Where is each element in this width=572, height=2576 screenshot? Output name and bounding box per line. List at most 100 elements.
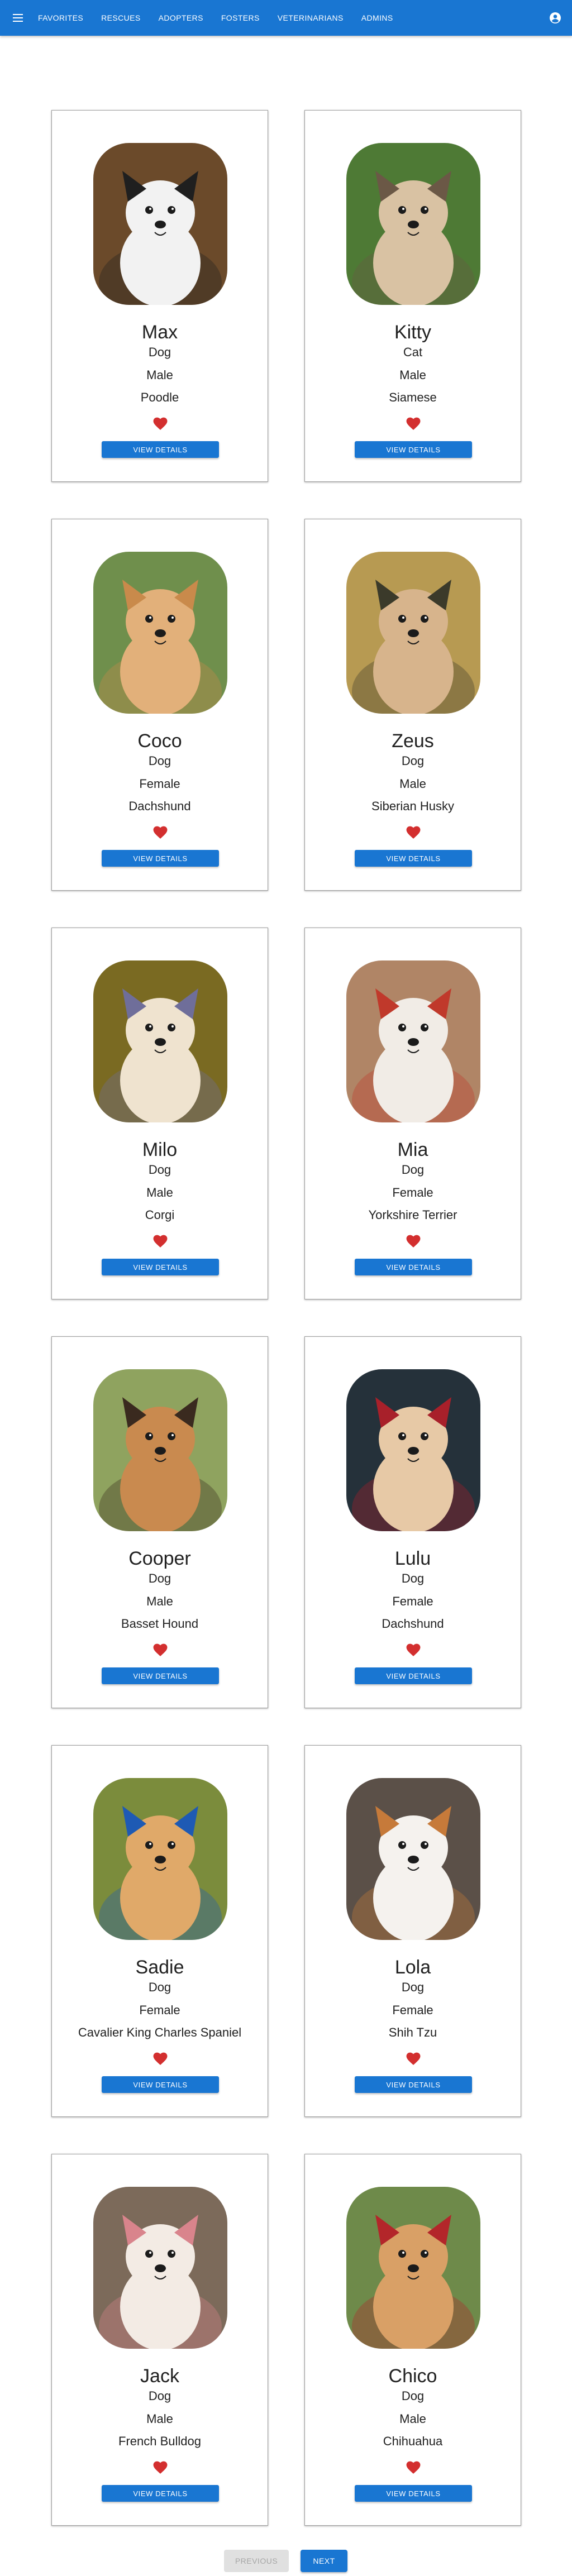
heart-icon[interactable] — [406, 417, 421, 431]
pet-photo — [93, 552, 227, 714]
pet-photo — [346, 2187, 480, 2349]
pet-card: Lulu Dog Female Dachshund View Details — [304, 1336, 521, 1708]
pet-name: Coco — [137, 730, 182, 752]
pet-breed: Dachshund — [382, 1617, 444, 1631]
pet-gender: Male — [146, 368, 173, 382]
pet-gender: Male — [399, 368, 426, 382]
view-details-button[interactable]: View Details — [102, 1259, 219, 1275]
pet-species: Cat — [403, 345, 423, 359]
pet-breed: Basset Hound — [121, 1617, 199, 1631]
pet-breed: Dachshund — [128, 799, 191, 813]
view-details-button[interactable]: View Details — [355, 441, 472, 458]
pet-breed: Shih Tzu — [388, 2025, 437, 2039]
pet-card: Coco Dog Female Dachshund View Details — [51, 519, 268, 891]
nav-veterinarians[interactable]: Veterinarians — [272, 8, 349, 28]
pet-gender: Male — [399, 2412, 426, 2426]
view-details-button[interactable]: View Details — [355, 2485, 472, 2502]
heart-icon[interactable] — [153, 2052, 168, 2066]
pet-card: Cooper Dog Male Basset Hound View Detail… — [51, 1336, 268, 1708]
pet-species: Dog — [401, 2389, 425, 2403]
pet-breed: Corgi — [145, 1208, 175, 1222]
pet-gender: Female — [392, 1594, 433, 1608]
pet-gender: Male — [399, 777, 426, 791]
pet-gender: Female — [139, 777, 180, 791]
next-button[interactable]: Next — [301, 2550, 347, 2572]
pet-breed: Poodle — [140, 390, 179, 404]
pet-gender: Male — [146, 2412, 173, 2426]
pet-name: Mia — [397, 1139, 428, 1160]
pet-card: Chico Dog Male Chihuahua View Details — [304, 2154, 521, 2526]
pet-gender: Female — [392, 2003, 433, 2017]
pet-breed: Chihuahua — [383, 2434, 443, 2448]
pet-species: Dog — [148, 1163, 171, 1177]
previous-button[interactable]: Previous — [224, 2550, 289, 2572]
pet-photo — [346, 1369, 480, 1531]
nav-admins[interactable]: Admins — [356, 8, 399, 28]
pet-photo — [346, 1778, 480, 1940]
pet-name: Sadie — [135, 1957, 184, 1978]
pet-photo — [93, 960, 227, 1122]
pet-breed: French Bulldog — [118, 2434, 201, 2448]
heart-icon[interactable] — [406, 1235, 421, 1248]
pet-gender: Male — [146, 1186, 173, 1199]
pet-breed: Siberian Husky — [371, 799, 454, 813]
pet-photo — [93, 2187, 227, 2349]
pet-photo — [346, 960, 480, 1122]
account-circle-icon[interactable] — [549, 11, 562, 25]
app-bar: Favorites Rescues Adopters Fosters Veter… — [0, 0, 572, 36]
pet-card: Milo Dog Male Corgi View Details — [51, 928, 268, 1299]
view-details-button[interactable]: View Details — [355, 2076, 472, 2093]
pet-name: Lulu — [394, 1548, 431, 1569]
pet-species: Dog — [148, 2389, 171, 2403]
heart-icon[interactable] — [153, 826, 168, 839]
nav-rescues[interactable]: Rescues — [96, 8, 146, 28]
nav-adopters[interactable]: Adopters — [153, 8, 209, 28]
pet-card: Max Dog Male Poodle View Details — [51, 110, 268, 482]
pet-breed: Cavalier King Charles Spaniel — [78, 2025, 242, 2039]
view-details-button[interactable]: View Details — [355, 1667, 472, 1684]
pet-photo — [93, 1369, 227, 1531]
pet-name: Cooper — [128, 1548, 191, 1569]
pet-card: Kitty Cat Male Siamese View Details — [304, 110, 521, 482]
view-details-button[interactable]: View Details — [102, 2485, 219, 2502]
pet-name: Zeus — [392, 730, 434, 752]
heart-icon[interactable] — [406, 2461, 421, 2474]
pet-species: Dog — [148, 345, 171, 359]
heart-icon[interactable] — [406, 2052, 421, 2066]
pet-breed: Yorkshire Terrier — [368, 1208, 457, 1222]
pagination: Previous Next — [0, 2550, 572, 2572]
pet-name: Kitty — [394, 322, 432, 343]
heart-icon[interactable] — [406, 1643, 421, 1657]
pet-species: Dog — [401, 754, 425, 768]
view-details-button[interactable]: View Details — [102, 441, 219, 458]
pet-card: Jack Dog Male French Bulldog View Detail… — [51, 2154, 268, 2526]
view-details-button[interactable]: View Details — [355, 1259, 472, 1275]
pet-gender: Female — [392, 1186, 433, 1199]
pet-species: Dog — [401, 1980, 425, 1994]
pet-species: Dog — [148, 754, 171, 768]
nav-favorites[interactable]: Favorites — [32, 8, 89, 28]
pet-breed: Siamese — [389, 390, 437, 404]
hamburger-menu-icon[interactable] — [11, 11, 25, 25]
pet-photo — [346, 143, 480, 305]
heart-icon[interactable] — [406, 826, 421, 839]
pet-species: Dog — [148, 1980, 171, 1994]
nav-fosters[interactable]: Fosters — [216, 8, 265, 28]
view-details-button[interactable]: View Details — [355, 850, 472, 867]
heart-icon[interactable] — [153, 417, 168, 431]
view-details-button[interactable]: View Details — [102, 2076, 219, 2093]
pet-card: Mia Dog Female Yorkshire Terrier View De… — [304, 928, 521, 1299]
pet-photo — [346, 552, 480, 714]
heart-icon[interactable] — [153, 1643, 168, 1657]
pet-photo — [93, 143, 227, 305]
view-details-button[interactable]: View Details — [102, 850, 219, 867]
pet-card: Zeus Dog Male Siberian Husky View Detail… — [304, 519, 521, 891]
pet-name: Milo — [142, 1139, 178, 1160]
pet-name: Jack — [140, 2365, 179, 2387]
pet-name: Max — [141, 322, 178, 343]
heart-icon[interactable] — [153, 2461, 168, 2474]
heart-icon[interactable] — [153, 1235, 168, 1248]
view-details-button[interactable]: View Details — [102, 1667, 219, 1684]
pet-species: Dog — [401, 1163, 425, 1177]
pet-species: Dog — [148, 1571, 171, 1585]
